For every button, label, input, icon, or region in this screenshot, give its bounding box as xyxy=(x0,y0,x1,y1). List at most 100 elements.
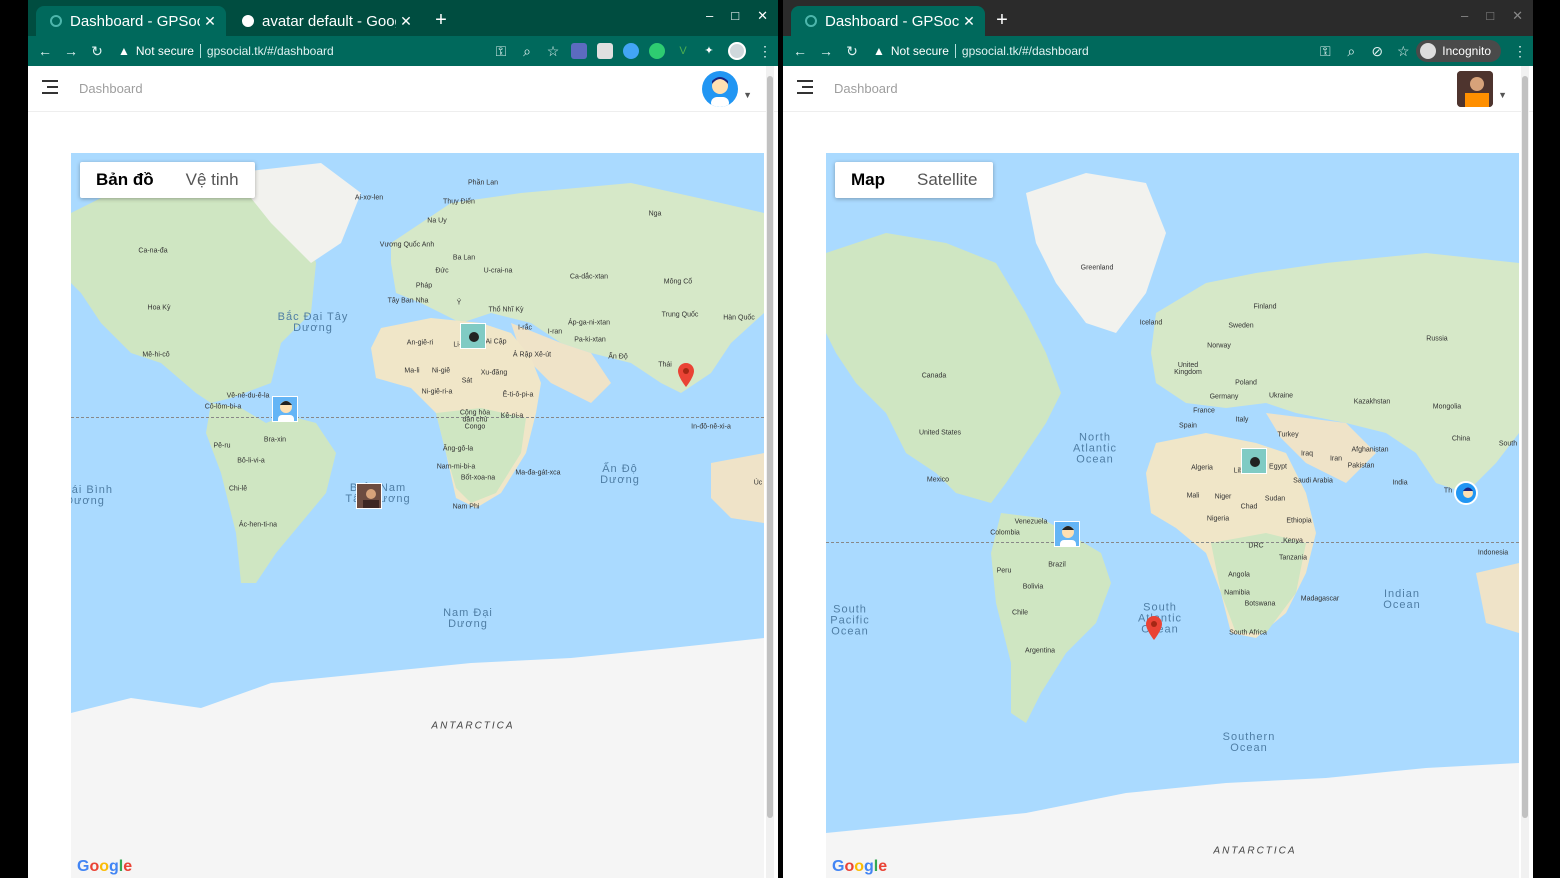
scrollbar[interactable] xyxy=(766,66,774,878)
user-avatar-marker[interactable] xyxy=(1454,481,1478,505)
menu-toggle-icon[interactable] xyxy=(42,80,58,94)
map-label: Mongolia xyxy=(1432,403,1462,411)
map-land xyxy=(71,163,764,878)
reload-icon[interactable]: ↻ xyxy=(839,43,865,60)
scrollbar[interactable] xyxy=(1521,66,1529,878)
address-bar[interactable]: ▲ Not secure gpsocial.tk/#/dashboard xyxy=(118,36,488,66)
map-type-satellite-button[interactable]: Vệ tinh xyxy=(170,162,255,198)
map-label: Bolivia xyxy=(1022,583,1044,591)
close-tab-icon[interactable]: ✕ xyxy=(959,13,979,30)
user-photo-marker[interactable] xyxy=(272,396,298,422)
profile-avatar[interactable] xyxy=(728,42,746,60)
map-label: Vê-nê-du-ê-la xyxy=(226,392,270,400)
map-label: Vương Quốc Anh xyxy=(379,241,435,249)
equator-line xyxy=(71,417,764,418)
address-bar[interactable]: ▲ Not secure gpsocial.tk/#/dashboard xyxy=(873,36,1312,66)
map-label: Finland xyxy=(1253,303,1277,311)
maximize-icon[interactable]: □ xyxy=(1486,8,1494,24)
back-icon[interactable]: ← xyxy=(787,43,813,59)
forward-icon[interactable]: → xyxy=(58,43,84,59)
map-label: Mông Cổ xyxy=(663,278,693,286)
ocean-label: Bắc Đại Tây Dương xyxy=(277,311,349,334)
user-photo-marker[interactable] xyxy=(1054,521,1080,547)
world-map[interactable]: Bản đồ Vệ tinh Ca-na-đa Hoa Kỳ Mê-hi-cô … xyxy=(71,153,764,878)
map-type-map-button[interactable]: Map xyxy=(835,162,901,198)
map-label: Bô-li-vi-a xyxy=(237,457,265,465)
new-tab-button[interactable]: + xyxy=(992,10,1012,30)
map-label: Indonesia xyxy=(1477,549,1509,557)
zoom-icon[interactable]: ⌕ xyxy=(1338,43,1364,60)
reload-icon[interactable]: ↻ xyxy=(84,43,110,60)
map-type-control: Bản đồ Vệ tinh xyxy=(80,162,255,198)
chevron-down-icon[interactable]: ▼ xyxy=(743,90,752,100)
map-type-map-button[interactable]: Bản đồ xyxy=(80,162,170,198)
map-label: Canada xyxy=(921,372,947,380)
map-label: Pê-ru xyxy=(213,442,231,450)
map-label: Mexico xyxy=(926,476,950,484)
vue-devtools-icon[interactable]: V xyxy=(675,43,691,59)
eye-off-icon[interactable]: ⊘ xyxy=(1364,43,1390,60)
map-label: Tanzania xyxy=(1278,554,1308,562)
google-logo[interactable]: Google xyxy=(77,858,132,876)
star-icon[interactable]: ☆ xyxy=(1390,43,1416,60)
close-tab-icon[interactable]: ✕ xyxy=(200,13,220,30)
user-photo-marker[interactable] xyxy=(460,323,486,349)
map-label: Italy xyxy=(1235,416,1249,424)
close-window-icon[interactable]: ✕ xyxy=(757,8,768,24)
extension-icon[interactable] xyxy=(623,43,639,59)
map-label: United Kingdom xyxy=(1174,362,1202,376)
menu-toggle-icon[interactable] xyxy=(797,80,813,94)
location-pin-icon[interactable] xyxy=(678,363,694,387)
map-label: Ni-giê xyxy=(431,367,451,375)
kebab-menu-icon[interactable]: ⋮ xyxy=(1507,43,1533,60)
map-label: Na Uy xyxy=(427,217,447,225)
breadcrumb: Dashboard xyxy=(79,81,143,96)
minimize-icon[interactable]: – xyxy=(1461,8,1468,24)
maximize-icon[interactable]: □ xyxy=(731,8,739,24)
zoom-icon[interactable]: ⌕ xyxy=(514,43,540,60)
close-tab-icon[interactable]: ✕ xyxy=(396,13,416,30)
map-label: Peru xyxy=(996,567,1012,575)
user-avatar[interactable] xyxy=(702,71,738,107)
gpsocial-favicon-icon xyxy=(805,15,817,27)
location-pin-icon[interactable] xyxy=(1146,616,1162,640)
minimize-icon[interactable]: – xyxy=(706,8,713,24)
user-avatar[interactable] xyxy=(1457,71,1493,107)
map-label: Sudan xyxy=(1264,495,1286,503)
incognito-badge[interactable]: Incognito xyxy=(1416,40,1501,62)
map-label: Bra-xin xyxy=(263,436,287,444)
ocean-label: North Atlantic Ocean xyxy=(1072,431,1118,466)
translate-extension-icon[interactable] xyxy=(571,43,587,59)
map-type-satellite-button[interactable]: Satellite xyxy=(901,162,993,198)
map-label: Nam Phi xyxy=(452,503,480,511)
map-label: Úc xyxy=(753,479,763,487)
tab-dashboard[interactable]: Dashboard - GPSocial ✕ xyxy=(791,6,985,36)
world-map[interactable]: Map Satellite Greenland Iceland Finland … xyxy=(826,153,1519,878)
kebab-menu-icon[interactable]: ⋮ xyxy=(752,43,778,60)
chevron-down-icon[interactable]: ▼ xyxy=(1498,90,1507,100)
star-icon[interactable]: ☆ xyxy=(540,43,566,60)
user-photo-marker[interactable] xyxy=(1241,448,1267,474)
divider xyxy=(199,44,201,58)
browser-toolbar: ← → ↻ ▲ Not secure gpsocial.tk/#/dashboa… xyxy=(783,36,1533,66)
map-label: Pakistan xyxy=(1347,462,1375,470)
map-label: Afghanistan xyxy=(1351,446,1389,454)
close-window-icon[interactable]: ✕ xyxy=(1512,8,1523,24)
grammarly-icon[interactable] xyxy=(649,43,665,59)
key-icon[interactable]: ⚿ xyxy=(488,43,514,60)
tab-dashboard[interactable]: Dashboard - GPSocial ✕ xyxy=(36,6,226,36)
key-icon[interactable]: ⚿ xyxy=(1312,43,1338,60)
map-label: Nigeria xyxy=(1206,515,1230,523)
map-label: Iran xyxy=(1329,455,1343,463)
new-tab-button[interactable]: + xyxy=(431,10,451,30)
back-icon[interactable]: ← xyxy=(32,43,58,59)
map-label: Chad xyxy=(1240,503,1258,511)
forward-icon[interactable]: → xyxy=(813,43,839,59)
user-photo-marker[interactable] xyxy=(356,483,382,509)
puzzle-icon[interactable]: ✦ xyxy=(701,43,717,59)
map-label: Nam-mi-bi-a xyxy=(436,463,476,471)
tab-avatar-default[interactable]: avatar default - Google ✕ xyxy=(228,6,422,36)
qr-extension-icon[interactable] xyxy=(597,43,613,59)
map-label: I-ran xyxy=(547,328,563,336)
google-logo[interactable]: Google xyxy=(832,858,887,876)
